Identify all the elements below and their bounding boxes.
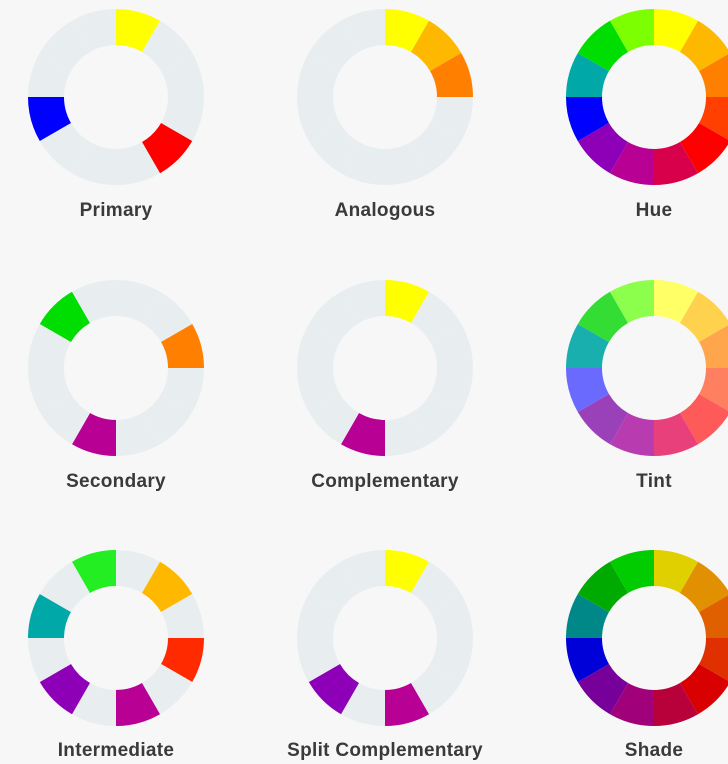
secondary-label: Secondary	[66, 471, 166, 492]
complementary-wheel	[297, 280, 473, 456]
hue-wheel	[566, 9, 728, 185]
split-complementary-wheel	[297, 550, 473, 726]
color-wheels-diagram	[28, 9, 728, 726]
shade-wheel	[566, 550, 728, 726]
hue-label: Hue	[635, 200, 673, 221]
analogous-wheel	[297, 9, 473, 185]
secondary-wheel	[28, 280, 204, 456]
intermediate-wheel	[28, 550, 204, 726]
tint-wheel	[566, 280, 728, 456]
tint-label: Tint	[636, 471, 672, 492]
primary-label: Primary	[79, 200, 153, 221]
shade-label: Shade	[624, 740, 684, 761]
intermediate-label: Intermediate	[57, 740, 175, 761]
primary-wheel	[28, 9, 204, 185]
analogous-label: Analogous	[334, 200, 436, 221]
split-complementary-label: Split Complementary	[287, 740, 483, 761]
complementary-label: Complementary	[311, 471, 459, 492]
